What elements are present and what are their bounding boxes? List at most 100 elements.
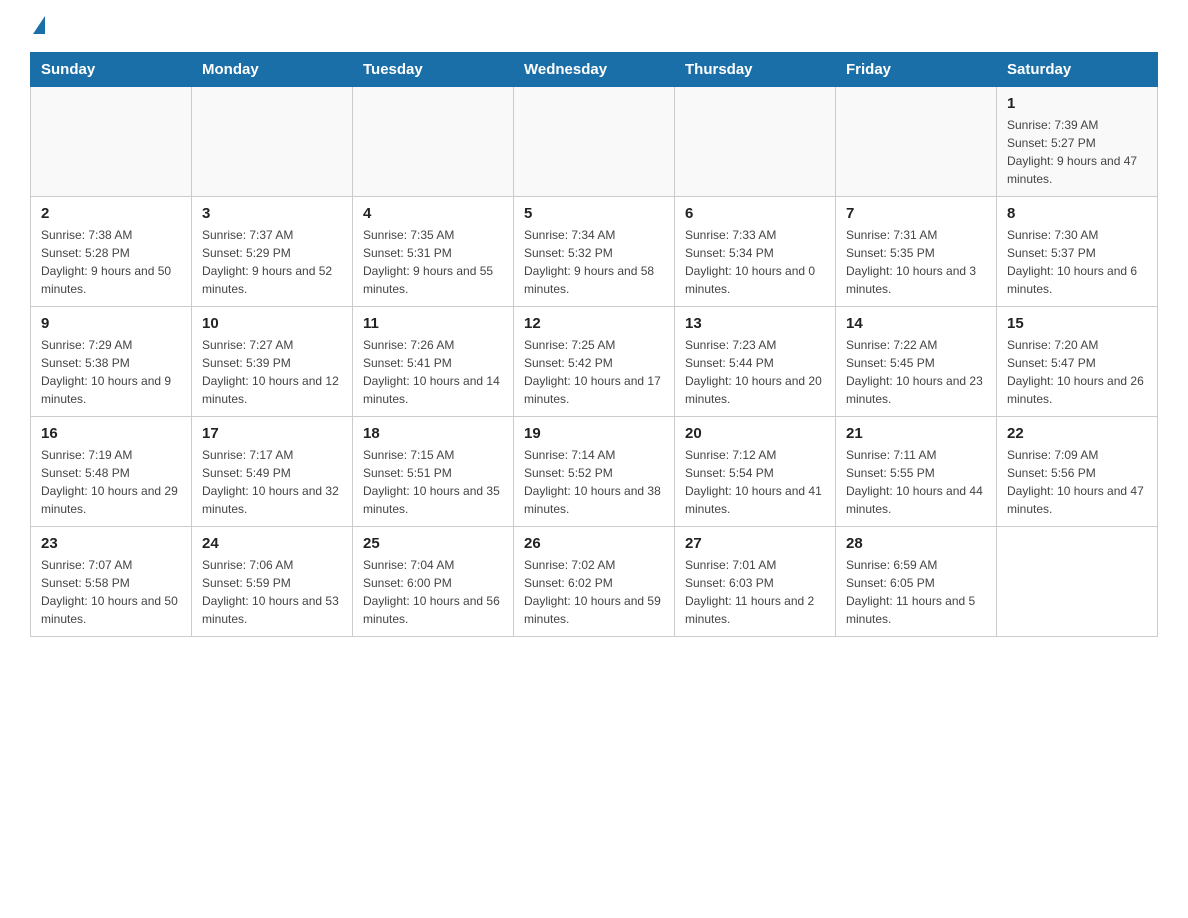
day-number: 6 (685, 205, 825, 222)
day-info: Sunrise: 7:38 AMSunset: 5:28 PMDaylight:… (41, 226, 181, 298)
day-number: 27 (685, 535, 825, 552)
calendar-cell: 5 Sunrise: 7:34 AMSunset: 5:32 PMDaylight… (514, 197, 675, 307)
day-number: 8 (1007, 205, 1147, 222)
day-info: Sunrise: 7:35 AMSunset: 5:31 PMDaylight:… (363, 226, 503, 298)
calendar-cell: 28Sunrise: 6:59 AMSunset: 6:05 PMDayligh… (836, 527, 997, 637)
calendar-cell: 7 Sunrise: 7:31 AMSunset: 5:35 PMDaylight… (836, 197, 997, 307)
day-info: Sunrise: 7:25 AMSunset: 5:42 PMDaylight:… (524, 336, 664, 408)
calendar-week-2: 2 Sunrise: 7:38 AMSunset: 5:28 PMDaylight… (31, 197, 1158, 307)
day-number: 1 (1007, 95, 1147, 112)
day-info: Sunrise: 7:23 AMSunset: 5:44 PMDaylight:… (685, 336, 825, 408)
calendar-cell: 2 Sunrise: 7:38 AMSunset: 5:28 PMDaylight… (31, 197, 192, 307)
calendar-week-5: 23 Sunrise: 7:07 AMSunset: 5:58 PMDayligh… (31, 527, 1158, 637)
day-info: Sunrise: 7:22 AMSunset: 5:45 PMDaylight:… (846, 336, 986, 408)
calendar-cell: 17 Sunrise: 7:17 AMSunset: 5:49 PMDayligh… (192, 417, 353, 527)
calendar-cell: 18 Sunrise: 7:15 AMSunset: 5:51 PMDayligh… (353, 417, 514, 527)
calendar-cell: 25 Sunrise: 7:04 AMSunset: 6:00 PMDayligh… (353, 527, 514, 637)
calendar-table: Sunday Monday Tuesday Wednesday Thursday… (30, 52, 1158, 637)
calendar-cell: 3 Sunrise: 7:37 AMSunset: 5:29 PMDaylight… (192, 197, 353, 307)
calendar-cell: 22 Sunrise: 7:09 AMSunset: 5:56 PMDayligh… (997, 417, 1158, 527)
day-number: 21 (846, 425, 986, 442)
day-info: Sunrise: 7:09 AMSunset: 5:56 PMDaylight:… (1007, 446, 1147, 518)
day-number: 18 (363, 425, 503, 442)
calendar-cell: 20 Sunrise: 7:12 AMSunset: 5:54 PMDayligh… (675, 417, 836, 527)
day-info: Sunrise: 7:12 AMSunset: 5:54 PMDaylight:… (685, 446, 825, 518)
day-number: 24 (202, 535, 342, 552)
day-number: 16 (41, 425, 181, 442)
day-number: 9 (41, 315, 181, 332)
calendar-week-4: 16 Sunrise: 7:19 AMSunset: 5:48 PMDayligh… (31, 417, 1158, 527)
day-number: 22 (1007, 425, 1147, 442)
weekday-header-row: Sunday Monday Tuesday Wednesday Thursday… (31, 53, 1158, 87)
calendar-cell (836, 87, 997, 197)
day-info: Sunrise: 7:04 AMSunset: 6:00 PMDaylight:… (363, 556, 503, 628)
day-number: 2 (41, 205, 181, 222)
day-number: 20 (685, 425, 825, 442)
day-number: 15 (1007, 315, 1147, 332)
day-number: 17 (202, 425, 342, 442)
calendar-cell: 9Sunrise: 7:29 AMSunset: 5:38 PMDaylight… (31, 307, 192, 417)
calendar-cell: 27 Sunrise: 7:01 AMSunset: 6:03 PMDayligh… (675, 527, 836, 637)
calendar-cell (997, 527, 1158, 637)
day-info: Sunrise: 7:39 AMSunset: 5:27 PMDaylight:… (1007, 116, 1147, 188)
day-number: 4 (363, 205, 503, 222)
calendar-cell: 8Sunrise: 7:30 AMSunset: 5:37 PMDaylight… (997, 197, 1158, 307)
calendar-cell: 10 Sunrise: 7:27 AMSunset: 5:39 PMDayligh… (192, 307, 353, 417)
day-number: 23 (41, 535, 181, 552)
calendar-cell (675, 87, 836, 197)
day-info: Sunrise: 6:59 AMSunset: 6:05 PMDaylight:… (846, 556, 986, 628)
day-info: Sunrise: 7:15 AMSunset: 5:51 PMDaylight:… (363, 446, 503, 518)
calendar-cell: 14 Sunrise: 7:22 AMSunset: 5:45 PMDayligh… (836, 307, 997, 417)
day-number: 19 (524, 425, 664, 442)
logo-triangle-icon (33, 16, 45, 34)
header-tuesday: Tuesday (353, 53, 514, 87)
page-header (30, 20, 1158, 34)
day-info: Sunrise: 7:02 AMSunset: 6:02 PMDaylight:… (524, 556, 664, 628)
day-info: Sunrise: 7:07 AMSunset: 5:58 PMDaylight:… (41, 556, 181, 628)
day-number: 7 (846, 205, 986, 222)
calendar-cell (192, 87, 353, 197)
day-number: 25 (363, 535, 503, 552)
day-number: 14 (846, 315, 986, 332)
day-info: Sunrise: 7:06 AMSunset: 5:59 PMDaylight:… (202, 556, 342, 628)
day-info: Sunrise: 7:37 AMSunset: 5:29 PMDaylight:… (202, 226, 342, 298)
day-number: 3 (202, 205, 342, 222)
header-saturday: Saturday (997, 53, 1158, 87)
day-info: Sunrise: 7:34 AMSunset: 5:32 PMDaylight:… (524, 226, 664, 298)
calendar-cell: 21 Sunrise: 7:11 AMSunset: 5:55 PMDayligh… (836, 417, 997, 527)
day-info: Sunrise: 7:27 AMSunset: 5:39 PMDaylight:… (202, 336, 342, 408)
day-number: 11 (363, 315, 503, 332)
calendar-cell: 11 Sunrise: 7:26 AMSunset: 5:41 PMDayligh… (353, 307, 514, 417)
calendar-cell: 23 Sunrise: 7:07 AMSunset: 5:58 PMDayligh… (31, 527, 192, 637)
day-info: Sunrise: 7:11 AMSunset: 5:55 PMDaylight:… (846, 446, 986, 518)
day-info: Sunrise: 7:17 AMSunset: 5:49 PMDaylight:… (202, 446, 342, 518)
day-info: Sunrise: 7:33 AMSunset: 5:34 PMDaylight:… (685, 226, 825, 298)
header-sunday: Sunday (31, 53, 192, 87)
day-info: Sunrise: 7:31 AMSunset: 5:35 PMDaylight:… (846, 226, 986, 298)
day-number: 13 (685, 315, 825, 332)
calendar-cell: 6 Sunrise: 7:33 AMSunset: 5:34 PMDaylight… (675, 197, 836, 307)
day-info: Sunrise: 7:01 AMSunset: 6:03 PMDaylight:… (685, 556, 825, 628)
day-number: 26 (524, 535, 664, 552)
calendar-cell (514, 87, 675, 197)
header-friday: Friday (836, 53, 997, 87)
day-number: 10 (202, 315, 342, 332)
day-info: Sunrise: 7:26 AMSunset: 5:41 PMDaylight:… (363, 336, 503, 408)
calendar-cell: 4 Sunrise: 7:35 AMSunset: 5:31 PMDaylight… (353, 197, 514, 307)
calendar-cell: 1 Sunrise: 7:39 AMSunset: 5:27 PMDaylight… (997, 87, 1158, 197)
day-number: 12 (524, 315, 664, 332)
header-monday: Monday (192, 53, 353, 87)
calendar-cell: 15Sunrise: 7:20 AMSunset: 5:47 PMDayligh… (997, 307, 1158, 417)
calendar-week-3: 9Sunrise: 7:29 AMSunset: 5:38 PMDaylight… (31, 307, 1158, 417)
day-number: 5 (524, 205, 664, 222)
calendar-cell (353, 87, 514, 197)
calendar-cell: 26 Sunrise: 7:02 AMSunset: 6:02 PMDayligh… (514, 527, 675, 637)
calendar-week-1: 1 Sunrise: 7:39 AMSunset: 5:27 PMDaylight… (31, 87, 1158, 197)
calendar-cell: 12 Sunrise: 7:25 AMSunset: 5:42 PMDayligh… (514, 307, 675, 417)
day-info: Sunrise: 7:14 AMSunset: 5:52 PMDaylight:… (524, 446, 664, 518)
logo (30, 20, 45, 34)
header-wednesday: Wednesday (514, 53, 675, 87)
calendar-cell: 16 Sunrise: 7:19 AMSunset: 5:48 PMDayligh… (31, 417, 192, 527)
calendar-cell: 13 Sunrise: 7:23 AMSunset: 5:44 PMDayligh… (675, 307, 836, 417)
day-info: Sunrise: 7:19 AMSunset: 5:48 PMDaylight:… (41, 446, 181, 518)
